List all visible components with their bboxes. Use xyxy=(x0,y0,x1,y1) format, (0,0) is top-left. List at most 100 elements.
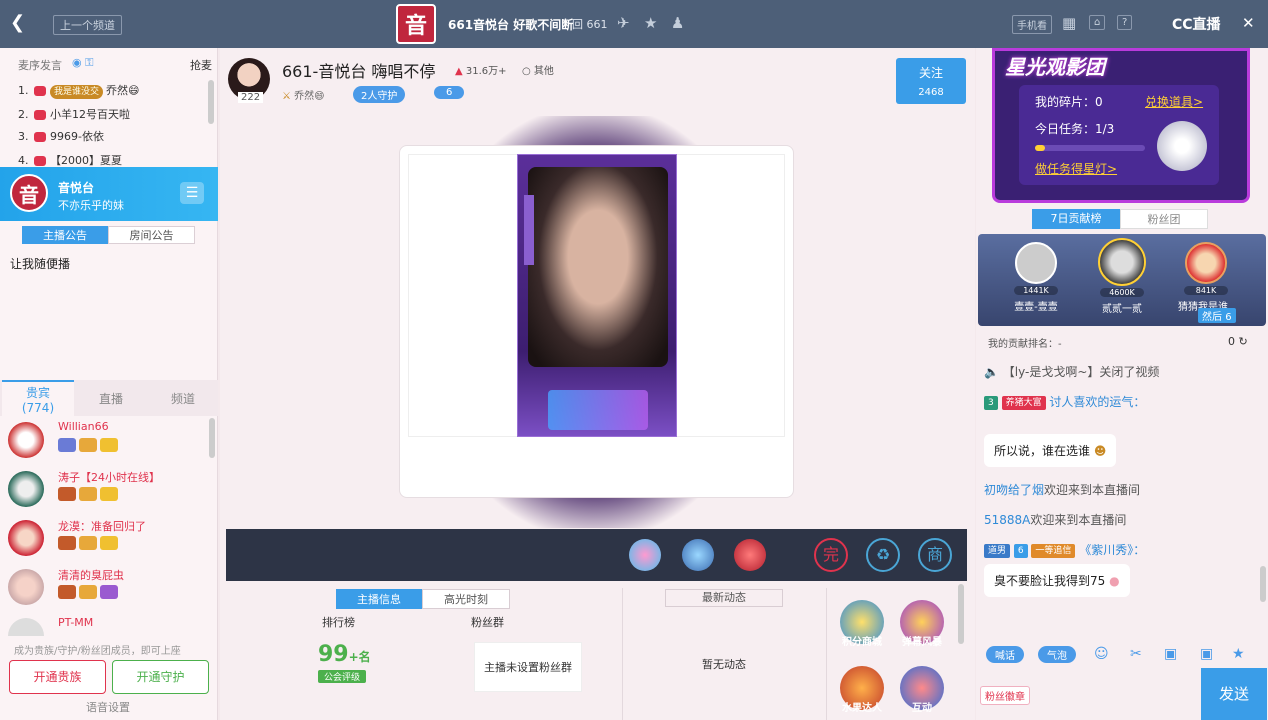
tab-channel[interactable]: 频道 xyxy=(148,390,218,407)
mic-scrollbar[interactable] xyxy=(208,80,214,124)
right-panel: 星光观影团 我的碎片：0 兑换道具> 今日任务：1/3 做任务得星灯> 7日贡献… xyxy=(976,48,1268,720)
danmaku-storm-label: 弹幕风暴 xyxy=(902,637,942,648)
chat-username[interactable]: 初吻给了烟 xyxy=(984,483,1044,497)
image-icon[interactable]: ▣ xyxy=(1164,646,1177,662)
top-bar: ❮ 上一个频道 音 661音悦台 好歌不间断 回 661 ✈ ★ ♟ 手机看 ▦… xyxy=(0,0,1268,48)
anchor-card[interactable]: 音 音悦台 不亦乐乎的妹 ☰ xyxy=(0,167,218,221)
follow-button[interactable]: 关注 2468 xyxy=(896,58,966,104)
fans-count: 222 xyxy=(238,92,264,103)
activity-scrollbar[interactable] xyxy=(958,584,964,644)
do-task-link[interactable]: 做任务得星灯> xyxy=(1035,160,1117,177)
divider xyxy=(826,588,827,720)
title-badge: 养猪大富 xyxy=(1001,395,1046,410)
center-panel: 222 661-音悦台 嗨唱不停 ▲ 31.6万+ ○ 其他 ⚔ 乔然😄 2人守… xyxy=(220,48,975,720)
eco-icon[interactable]: ♻ xyxy=(866,538,900,572)
users-icon[interactable]: ♟ xyxy=(671,14,684,32)
mic-item[interactable]: 4. 【2000】夏夏 xyxy=(18,150,203,166)
tab-highlight[interactable]: 高光时刻 xyxy=(422,589,510,609)
anchor-avatar: 音 xyxy=(10,174,48,212)
chat-username[interactable]: 《紫川秀》： xyxy=(1079,543,1145,557)
mic-item[interactable]: 2. 小羊12号百天啦 xyxy=(18,104,203,126)
fire-icon: ▲ xyxy=(455,66,463,77)
no-dynamic-text: 暂无动态 xyxy=(702,658,746,671)
tab-vip[interactable]: 贵宾 (774) xyxy=(2,380,74,416)
chat-system-message: 🔈 【ly-是戈戈啊~】关闭了视频 xyxy=(984,365,1160,379)
vip-row[interactable]: 龙漠：准备回归了 xyxy=(8,516,208,564)
camera-gift-icon[interactable] xyxy=(682,539,714,571)
fan-count-badge[interactable]: 6 xyxy=(434,86,465,99)
redeem-link[interactable]: 兑换道具> xyxy=(1145,93,1203,110)
grab-mic-button[interactable]: 抢麦 xyxy=(190,57,212,73)
vip-row[interactable]: 清清的臭屁虫 xyxy=(8,565,208,613)
scissors-icon[interactable]: ✂ xyxy=(1130,646,1142,662)
vip-row[interactable]: PT-MM xyxy=(8,614,208,636)
vip-scrollbar[interactable] xyxy=(209,418,215,458)
prev-channel-button[interactable]: 上一个频道 xyxy=(53,15,122,35)
plane-icon[interactable]: ✈ xyxy=(617,14,630,32)
avatar xyxy=(8,422,44,458)
chat-bubble: 臭不要脸让我得到75 ● xyxy=(984,564,1130,597)
guard-badge[interactable]: 2人守护 xyxy=(353,86,406,103)
tab-anchor-info[interactable]: 主播信息 xyxy=(336,589,422,609)
help-icon[interactable]: ? xyxy=(1117,15,1133,30)
gift-icon[interactable]: ★ xyxy=(1232,646,1245,662)
balloon-icon[interactable] xyxy=(629,539,661,571)
complete-icon[interactable]: 完 xyxy=(814,538,848,572)
flower-gift-icon[interactable] xyxy=(734,539,766,571)
open-noble-button[interactable]: 开通贵族 xyxy=(9,660,106,694)
chat-username[interactable]: 讨人喜欢的运气： xyxy=(1049,395,1145,409)
tab-fans-group[interactable]: 粉丝团 xyxy=(1120,209,1208,229)
vip-row[interactable]: Willian66 xyxy=(8,418,208,466)
brand-logo: CC直播 xyxy=(1172,17,1221,33)
close-icon[interactable]: ✕ xyxy=(1242,14,1255,32)
shop-icon[interactable]: 商 xyxy=(918,538,952,572)
send-button[interactable]: 发送 xyxy=(1201,668,1267,720)
shout-button[interactable]: 喊话 xyxy=(986,646,1024,663)
interaction-label: 互动 xyxy=(912,703,932,714)
mic-item[interactable]: 1. 我是谁没交 乔然😄 xyxy=(18,80,203,102)
fans-badge-button[interactable]: 粉丝徽章 xyxy=(980,686,1030,705)
voice-settings[interactable]: 语音设置 xyxy=(86,699,130,715)
my-fragments: 我的碎片：0 xyxy=(1035,95,1103,109)
chat-scrollbar[interactable] xyxy=(1260,566,1266,602)
mic-badge-icon xyxy=(34,132,46,142)
notice-text: 让我随便播 xyxy=(10,257,71,271)
rank-item[interactable]: 1441K 壹壹-壹壹 xyxy=(1008,238,1064,313)
rank-item[interactable]: 841K 猜猜我是谁... xyxy=(1178,238,1234,313)
notify-icon[interactable]: ⌂ xyxy=(1089,15,1106,30)
bubble-button[interactable]: 气泡 xyxy=(1038,646,1076,663)
star-lamp-icon[interactable] xyxy=(1157,121,1207,171)
star-icon[interactable]: ★ xyxy=(644,14,657,32)
anchor-name-small[interactable]: ⚔ 乔然😄 xyxy=(282,87,325,102)
today-task: 今日任务：1/3 xyxy=(1035,122,1115,136)
menu-icon[interactable]: ☰ xyxy=(180,182,204,204)
mic-info-icon[interactable]: ◉ ⚿ xyxy=(72,56,93,70)
heat-count: ▲ 31.6万+ xyxy=(455,66,507,77)
chat-username[interactable]: 51888A xyxy=(984,513,1030,527)
union-rank-badge: 公会评级 xyxy=(318,670,367,683)
avatar xyxy=(1185,242,1227,284)
tab-room-notice[interactable]: 房间公告 xyxy=(108,226,195,244)
emoji-icon: ☻ xyxy=(1093,444,1107,458)
avatar xyxy=(8,569,44,605)
lock-icon[interactable]: ▣ xyxy=(1200,646,1213,662)
vip-badges xyxy=(58,487,124,503)
mobile-watch-button[interactable]: 手机看 xyxy=(1012,15,1052,34)
open-guard-button[interactable]: 开通守护 xyxy=(112,660,209,694)
mic-badge-icon xyxy=(34,86,46,96)
rank-item[interactable]: 4600K 贰贰一贰 xyxy=(1094,234,1150,315)
streamer-image xyxy=(528,167,668,367)
chat-message: 3 养猪大富 讨人喜欢的运气： xyxy=(984,392,1260,412)
tab-7day-contribution[interactable]: 7日贡献榜 xyxy=(1032,209,1120,229)
vip-row[interactable]: 涛子【24小时在线】 xyxy=(8,467,208,515)
refresh-icon[interactable]: ↻ xyxy=(1239,335,1248,348)
emoji-icon[interactable]: ☺ xyxy=(1094,646,1109,662)
mic-item[interactable]: 3. 9969-依依 xyxy=(18,126,203,148)
other-menu[interactable]: ○ 其他 xyxy=(522,62,554,77)
tab-anchor-notice[interactable]: 主播公告 xyxy=(22,226,108,244)
back-arrow-icon[interactable]: ❮ xyxy=(10,12,25,33)
tab-live[interactable]: 直播 xyxy=(76,390,146,407)
video-player[interactable] xyxy=(399,145,794,498)
grid-icon[interactable]: ▦ xyxy=(1062,14,1076,32)
my-contribution-value: 0 ↻ xyxy=(1228,335,1248,348)
